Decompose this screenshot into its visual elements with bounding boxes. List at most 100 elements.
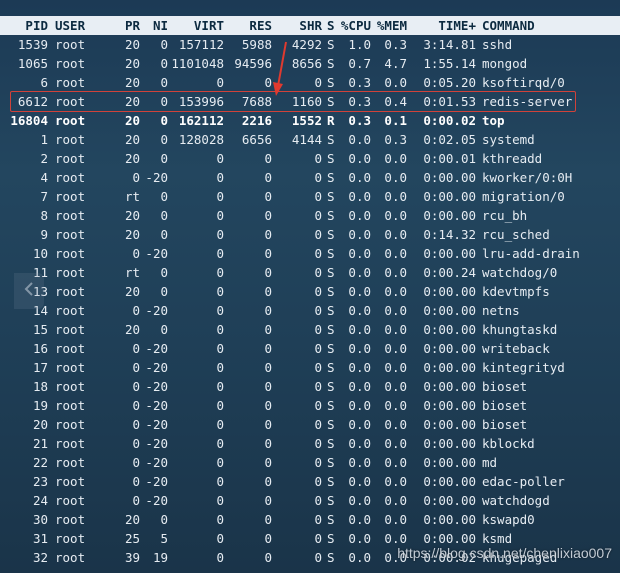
cell-time: 0:00.00 <box>423 341 476 356</box>
cell-pid: 30 <box>32 512 48 527</box>
cell-time: 0:14.32 <box>423 227 476 242</box>
header-pr: PR <box>124 18 140 33</box>
cell-virt: 0 <box>216 398 224 413</box>
table-row: 18 root 0 -20 0 0 0 S 0.0 0.0 0:00.00 bioset <box>0 377 620 396</box>
cell-nice: 0 <box>160 322 168 337</box>
cell-cpu: 0.0 <box>348 189 371 204</box>
cell-state: S <box>327 550 335 565</box>
table-row: 8 root 20 0 0 0 0 S 0.0 0.0 0:00.00 rcu_bh <box>0 206 620 225</box>
cell-shr: 0 <box>314 398 322 413</box>
cell-state: S <box>327 398 335 413</box>
cell-time: 0:00.00 <box>423 398 476 413</box>
cell-command: netns <box>482 303 520 318</box>
table-row: 22 root 0 -20 0 0 0 S 0.0 0.0 0:00.00 md <box>0 453 620 472</box>
cell-user: root <box>55 322 86 337</box>
cell-priority: 20 <box>124 56 140 71</box>
cell-pid: 24 <box>32 493 48 508</box>
cell-state: S <box>327 227 335 242</box>
cell-res: 0 <box>264 474 272 489</box>
cell-cpu: 0.0 <box>348 493 371 508</box>
table-row: 6 root 20 0 0 0 0 S 0.3 0.0 0:05.20 ksoftirqd/0 <box>0 73 620 92</box>
cell-nice: -20 <box>145 170 168 185</box>
table-row: 1 root 20 0 128028 6656 4144 S 0.0 0.3 0:02.05 syst… <box>0 130 620 149</box>
cell-shr: 0 <box>314 455 322 470</box>
cell-pid: 31 <box>32 531 48 546</box>
cell-time: 0:00.00 <box>423 246 476 261</box>
cell-state: S <box>327 360 335 375</box>
cell-pid: 1539 <box>17 37 48 52</box>
cell-time: 1:55.14 <box>423 56 476 71</box>
cell-priority: 0 <box>132 417 140 432</box>
cell-command: kintegrityd <box>482 360 565 375</box>
table-row: 1539 root 20 0 157112 5988 4292 S 1.0 0.3 3:14.81 s… <box>0 35 620 54</box>
cell-pid: 1 <box>40 132 48 147</box>
cell-nice: 0 <box>160 56 168 71</box>
table-row: 30 root 20 0 0 0 0 S 0.0 0.0 0:00.00 kswapd0 <box>0 510 620 529</box>
cell-command: bioset <box>482 417 528 432</box>
cell-state: S <box>327 246 335 261</box>
cell-time: 0:00.00 <box>423 189 476 204</box>
cell-pid: 22 <box>32 455 48 470</box>
cell-virt: 0 <box>216 512 224 527</box>
cell-time: 0:05.20 <box>423 75 476 90</box>
cell-nice: 0 <box>160 512 168 527</box>
table-row: 20 root 0 -20 0 0 0 S 0.0 0.0 0:00.00 bioset <box>0 415 620 434</box>
cell-priority: 0 <box>132 455 140 470</box>
cell-shr: 1552 <box>291 113 322 128</box>
cell-state: S <box>327 75 335 90</box>
cell-mem: 0.3 <box>384 37 407 52</box>
cell-shr: 0 <box>314 303 322 318</box>
header-pid: PID <box>25 18 48 33</box>
cell-shr: 0 <box>314 170 322 185</box>
cell-virt: 1101048 <box>171 56 224 71</box>
cell-command: writeback <box>482 341 550 356</box>
cell-user: root <box>55 455 86 470</box>
cell-time: 0:00.00 <box>423 512 476 527</box>
cell-mem: 0.0 <box>384 151 407 166</box>
cell-priority: 0 <box>132 360 140 375</box>
cell-cpu: 0.0 <box>348 360 371 375</box>
cell-mem: 0.0 <box>384 208 407 223</box>
cell-mem: 0.0 <box>384 493 407 508</box>
cell-res: 0 <box>264 360 272 375</box>
cell-user: root <box>55 417 86 432</box>
slide-previous-button[interactable] <box>14 273 44 309</box>
cell-nice: -20 <box>145 474 168 489</box>
cell-command: rcu_sched <box>482 227 550 242</box>
cell-command: khungtaskd <box>482 322 558 337</box>
cell-priority: 39 <box>124 550 140 565</box>
cell-nice: 0 <box>160 227 168 242</box>
cell-priority: 0 <box>132 474 140 489</box>
cell-command: watchdogd <box>482 493 550 508</box>
cell-res: 0 <box>264 531 272 546</box>
table-row: 2 root 20 0 0 0 0 S 0.0 0.0 0:00.01 kthreadd <box>0 149 620 168</box>
cell-res: 0 <box>264 512 272 527</box>
cell-priority: 0 <box>132 436 140 451</box>
cell-res: 0 <box>264 265 272 280</box>
cell-time: 0:00.01 <box>423 151 476 166</box>
cell-virt: 0 <box>216 493 224 508</box>
cell-shr: 0 <box>314 379 322 394</box>
cell-state: S <box>327 379 335 394</box>
cell-command: lru-add-drain <box>482 246 580 261</box>
cell-cpu: 0.0 <box>348 455 371 470</box>
cell-cpu: 0.0 <box>348 265 371 280</box>
terminal-window[interactable]: PID USER PR NI VIRT RES SHR S %CPU %MEM … <box>0 0 620 573</box>
cell-res: 0 <box>264 246 272 261</box>
cell-state: S <box>327 322 335 337</box>
cell-cpu: 0.0 <box>348 170 371 185</box>
cell-command: ksoftirqd/0 <box>482 75 565 90</box>
cell-priority: 20 <box>124 37 140 52</box>
cell-state: S <box>327 132 335 147</box>
cell-user: root <box>55 56 86 71</box>
cell-shr: 0 <box>314 208 322 223</box>
cell-user: root <box>55 208 86 223</box>
cell-res: 0 <box>264 493 272 508</box>
cell-mem: 0.0 <box>384 455 407 470</box>
cell-user: root <box>55 113 86 128</box>
cell-shr: 0 <box>314 246 322 261</box>
cell-mem: 0.0 <box>384 417 407 432</box>
cell-shr: 0 <box>314 322 322 337</box>
cell-nice: -20 <box>145 360 168 375</box>
cell-cpu: 0.0 <box>348 208 371 223</box>
